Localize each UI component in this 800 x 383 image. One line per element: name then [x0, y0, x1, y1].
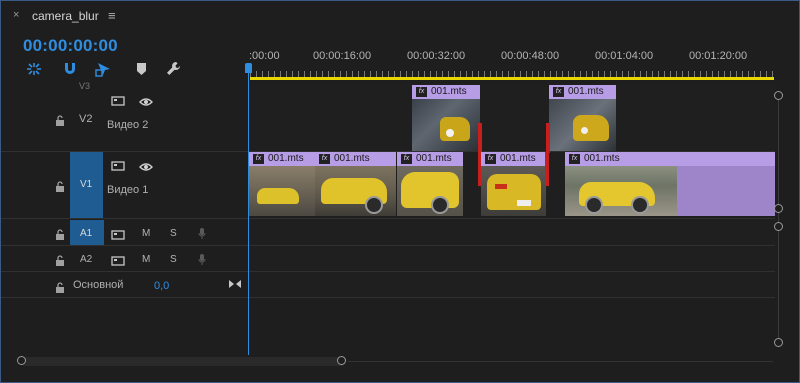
fx-badge: fx	[253, 154, 264, 164]
track-headers: V3 V2 Видео 2 V1 Видео 1 A1 M S A2 M S О…	[1, 81, 248, 299]
lock-icon[interactable]	[55, 113, 65, 131]
fx-badge: fx	[401, 154, 412, 164]
video-clip[interactable]: fx 001.mts	[315, 152, 396, 216]
scroll-handle[interactable]	[337, 356, 346, 365]
snap-icon[interactable]	[25, 61, 43, 77]
clip-thumbnail	[412, 99, 480, 151]
master-track-name: Основной	[73, 279, 124, 291]
mute-button[interactable]: M	[142, 254, 150, 265]
microphone-icon[interactable]	[198, 227, 206, 239]
sync-lock-icon[interactable]	[111, 227, 125, 245]
divider	[1, 245, 248, 246]
lock-icon[interactable]	[55, 253, 65, 271]
linked-selection-icon[interactable]	[95, 61, 113, 77]
divider	[1, 218, 248, 219]
clip-thumbnail	[481, 166, 546, 216]
lock-icon[interactable]	[55, 280, 65, 298]
clip-thumbnail	[249, 166, 315, 216]
fx-badge: fx	[553, 87, 564, 97]
clip-thumbnail	[315, 166, 396, 216]
sync-lock-icon[interactable]	[111, 158, 125, 176]
lock-icon[interactable]	[55, 227, 65, 245]
tab-bar: × camera_blur ≡	[1, 1, 799, 31]
scroll-handle[interactable]	[774, 222, 783, 231]
master-volume-value[interactable]: 0,0	[154, 280, 169, 292]
vertical-scrollbar[interactable]	[778, 231, 779, 341]
video-clip[interactable]: fx 001.mts	[549, 85, 616, 151]
track-height-icon[interactable]	[229, 276, 241, 294]
track-area[interactable]: fx 001.mts fx 001.mts fx 001.mts fx 001.mts	[249, 83, 775, 299]
divider	[249, 218, 775, 219]
video-clip[interactable]: fx 001.mts	[397, 152, 463, 216]
horizontal-scrollbar[interactable]	[21, 357, 346, 366]
clip-name: 001.mts	[416, 153, 452, 164]
horizontal-scroll-track[interactable]	[348, 361, 773, 362]
ruler-label: 00:01:04:00	[595, 50, 654, 62]
clip-thumbnail	[549, 99, 616, 151]
timeline-panel: × camera_blur ≡ 00:00:00:00 :00:00 00:00…	[0, 0, 800, 383]
ruler-label: 00:00:16:00	[313, 50, 372, 62]
clip-name: 001.mts	[584, 153, 620, 164]
divider	[249, 297, 775, 298]
close-tab-button[interactable]: ×	[13, 9, 19, 21]
clip-name: 001.mts	[334, 153, 370, 164]
scroll-handle[interactable]	[774, 338, 783, 347]
lock-icon[interactable]	[55, 179, 65, 197]
mute-button[interactable]: M	[142, 228, 150, 239]
ruler-label: 00:00:32:00	[407, 50, 466, 62]
video-clip[interactable]: fx 001.mts	[412, 85, 480, 151]
track-label-a1: A1	[80, 228, 93, 239]
magnet-icon[interactable]	[61, 61, 79, 77]
scroll-handle[interactable]	[774, 204, 783, 213]
fx-badge: fx	[416, 87, 427, 97]
clip-thumbnail	[565, 166, 677, 216]
sequence-tab-title[interactable]: camera_blur	[32, 9, 99, 23]
panel-menu-icon[interactable]: ≡	[108, 8, 116, 23]
track-label-a2: A2	[80, 254, 93, 265]
clip-name: 001.mts	[500, 153, 536, 164]
fx-badge: fx	[569, 154, 580, 164]
track-label-v3: V3	[79, 81, 91, 91]
divider	[1, 271, 248, 272]
track-name-v1: Видео 1	[107, 184, 149, 196]
divider	[1, 151, 248, 152]
transition-marker[interactable]	[546, 123, 550, 153]
eye-icon[interactable]	[139, 159, 153, 177]
track-label-v2: V2	[79, 113, 93, 125]
clip-name: 001.mts	[431, 86, 467, 97]
ruler-label: :00:00	[249, 50, 280, 62]
ruler-label: 00:01:20:00	[689, 50, 748, 62]
track-name-v2: Видео 2	[107, 119, 149, 131]
track-label-v1: V1	[80, 179, 93, 190]
eye-icon[interactable]	[139, 94, 153, 112]
clip-name: 001.mts	[568, 86, 604, 97]
ruler-label: 00:00:48:00	[501, 50, 560, 62]
wrench-icon[interactable]	[165, 61, 183, 77]
divider	[1, 297, 248, 298]
work-area-bar[interactable]	[250, 77, 774, 80]
video-clip[interactable]: fx 001.mts	[481, 152, 546, 216]
divider	[249, 245, 775, 246]
fx-badge: fx	[319, 154, 330, 164]
clip-thumbnail	[397, 166, 463, 216]
transition-marker[interactable]	[478, 123, 482, 153]
scroll-handle[interactable]	[17, 356, 26, 365]
clip-name: 001.mts	[268, 153, 304, 164]
solo-button[interactable]: S	[170, 254, 177, 265]
transition-marker[interactable]	[545, 152, 549, 186]
microphone-icon[interactable]	[198, 253, 206, 265]
sync-lock-icon[interactable]	[111, 93, 125, 111]
fx-badge: fx	[485, 154, 496, 164]
playhead-line[interactable]	[248, 63, 249, 355]
video-clip[interactable]: fx 001.mts	[249, 152, 315, 216]
solo-button[interactable]: S	[170, 228, 177, 239]
divider	[249, 271, 775, 272]
video-clip[interactable]: fx 001.mts	[565, 152, 775, 216]
marker-icon[interactable]	[133, 61, 151, 77]
sync-lock-icon[interactable]	[111, 253, 125, 271]
scroll-handle[interactable]	[774, 91, 783, 100]
playhead-timecode[interactable]: 00:00:00:00	[23, 36, 118, 56]
